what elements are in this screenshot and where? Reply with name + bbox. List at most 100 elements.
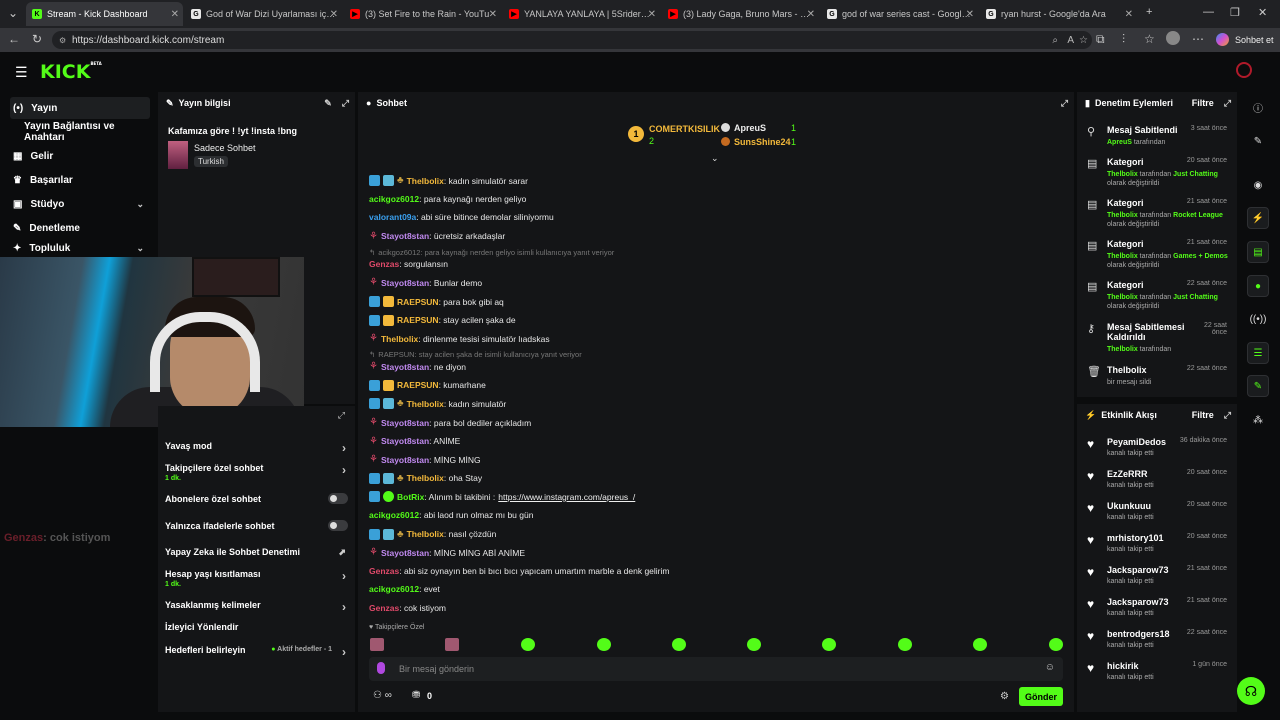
event-item[interactable]: ♥ EzZeRRR 20 saat önce kanalı takip etti <box>1087 469 1229 489</box>
chat-username[interactable]: valorant09a <box>369 212 416 222</box>
sidebar-item-stream[interactable]: (•) Yayın <box>10 97 150 119</box>
collections-icon[interactable]: ☆ <box>1144 32 1155 46</box>
chat-username[interactable]: RAEPSUN <box>397 380 439 390</box>
reload-icon[interactable]: ↻ <box>32 32 42 46</box>
wrench-icon[interactable]: ✎ <box>1247 375 1269 397</box>
chat-username[interactable]: acikgoz6012 <box>369 510 419 520</box>
chat-link[interactable]: https://www.instagram.com/apreus_/ <box>498 492 635 502</box>
chat-message[interactable]: RAEPSUN: stay acilen şaka de <box>369 314 1069 326</box>
event-item[interactable]: ♥ bentrodgers18 22 saat önce kanalı takip e… <box>1087 629 1229 649</box>
event-item[interactable]: ♥ Jacksparow73 21 saat önce kanalı takip et… <box>1087 565 1229 585</box>
leader-1-name[interactable]: COMERTKISILIK <box>649 124 720 134</box>
chat-settings-icon[interactable]: ⚙ <box>1000 691 1009 702</box>
chat-message[interactable]: ⚘ Stayot8stan: Bunlar demo <box>369 277 1069 288</box>
setting-item[interactable]: Yalnızca ifadelerle sohbet <box>165 520 350 531</box>
leaderboard-toggle-icon[interactable]: ⌄ <box>711 153 719 164</box>
chat-username[interactable]: Stayot8stan <box>381 455 429 465</box>
setting-item[interactable]: Yavaş mod › <box>165 441 350 455</box>
signal-icon[interactable]: ((•)) <box>1247 308 1269 330</box>
chat-username[interactable]: Stayot8stan <box>381 436 429 446</box>
emote-icon[interactable] <box>973 638 987 651</box>
setting-item[interactable]: İzleyici Yönlendir <box>165 622 350 632</box>
sidebar-item-community[interactable]: ✦ Topluluk ⌄ <box>10 241 150 255</box>
hamburger-icon[interactable]: ☰ <box>15 64 28 81</box>
tab-2[interactable]: ▶ (3) Set Fire to the Rain - YouTu ✕ <box>344 4 501 24</box>
popout-icon[interactable]: ⤢ <box>342 98 349 109</box>
chat-message[interactable]: valorant09a: abi süre bitince demolar si… <box>369 212 1069 222</box>
category-name[interactable]: Sadece Sohbet <box>194 143 256 153</box>
send-button[interactable]: Gönder <box>1019 687 1063 706</box>
chat-username[interactable]: acikgoz6012 <box>369 584 419 594</box>
popout-icon[interactable]: ⤢ <box>1061 98 1068 109</box>
setting-item[interactable]: Hedefleri belirleyin › ● Aktif hedefler - … <box>165 645 350 659</box>
chat-message[interactable]: Genzas: sorgulansın <box>369 259 1069 269</box>
mod-action-item[interactable]: ▤ Kategori 22 saat önce Thelbolix tarafında… <box>1087 280 1229 311</box>
emote-icon[interactable] <box>445 638 459 651</box>
chat-username[interactable]: Stayot8stan <box>381 278 429 288</box>
chat-message[interactable]: ⚘ Stayot8stan: MİNG MİNG ABİ ANİME <box>369 547 1069 558</box>
setting-item[interactable]: Hesap yaşı kısıtlaması 1 dk. › <box>165 569 350 588</box>
chat-username[interactable]: BotRix <box>397 492 424 502</box>
chat-message[interactable]: Genzas: abi siz oynayın ben bi bıcı bıcı… <box>369 566 1069 576</box>
event-item[interactable]: ♥ hickirik 1 gün önce kanalı takip etti <box>1087 661 1229 681</box>
chat-message[interactable]: ⚘ Stayot8stan: MİNG MİNG <box>369 454 1069 465</box>
site-info-icon[interactable]: ⚙ <box>59 36 66 45</box>
toggle-switch[interactable] <box>328 520 348 531</box>
split-screen-icon[interactable]: ⫶ <box>1122 32 1125 47</box>
popout-icon[interactable]: ⤢ <box>1224 98 1231 109</box>
more-menu-icon[interactable]: ⋯ <box>1192 32 1204 46</box>
close-tab-icon[interactable]: ✕ <box>807 9 815 20</box>
event-item[interactable]: ♥ PeyamiDedos 36 dakika önce kanalı takip e… <box>1087 437 1229 457</box>
zoom-icon[interactable]: ⌕ <box>1052 35 1058 46</box>
url-field[interactable]: ⚙ https://dashboard.kick.com/stream ⌕ A … <box>52 31 1092 49</box>
support-icon[interactable]: ☊ <box>1237 677 1265 705</box>
chat-message[interactable]: acikgoz6012: para kaynağı nerden geliyo <box>369 194 1069 204</box>
setting-item[interactable]: Takipçilere özel sohbet 1 dk. › <box>165 463 350 482</box>
close-tab-icon[interactable]: ✕ <box>330 9 338 20</box>
chat-message[interactable]: ⚘ Stayot8stan: ücretsiz arkadaşlar <box>369 231 1069 242</box>
sidebar-item-moderation[interactable]: ✎ Denetleme <box>10 217 150 239</box>
setting-item[interactable]: Yasaklanmış kelimeler › <box>165 600 350 614</box>
edit-icon[interactable]: ✎ <box>324 98 332 109</box>
chat-message[interactable]: ⚘ Stayot8stan: ne diyon <box>369 361 1069 372</box>
kick-logo[interactable]: KICKBETA <box>40 61 102 83</box>
emoji-icon[interactable]: ☺ <box>1045 662 1055 673</box>
mod-action-item[interactable]: ▤ Kategori 21 saat önce Thelbolix tarafında… <box>1087 198 1229 229</box>
chat-username[interactable]: Genzas <box>369 566 399 576</box>
popout-icon[interactable]: ⤢ <box>1224 410 1231 421</box>
chat-username[interactable]: Stayot8stan <box>381 362 429 372</box>
chat-username[interactable]: Stayot8stan <box>381 548 429 558</box>
camera-icon[interactable]: ◉ <box>1247 174 1269 196</box>
tab-list-icon[interactable]: ⌄ <box>8 6 18 20</box>
chat-username[interactable]: Thelbolix <box>407 473 444 483</box>
chat-username[interactable]: Genzas <box>369 259 399 269</box>
sidebar-item-achievements[interactable]: ♛ Başarılar <box>10 169 150 191</box>
chat-message[interactable]: ⚘ Thelbolix: dinlenme tesisi simulatör lı… <box>369 333 1069 344</box>
emote-icon[interactable] <box>521 638 535 651</box>
copilot-label[interactable]: Sohbet et <box>1235 35 1274 45</box>
emote-icon[interactable] <box>597 638 611 651</box>
filter-button[interactable]: Filtre <box>1192 410 1214 421</box>
setting-item[interactable]: Abonelere özel sohbet <box>165 493 350 504</box>
close-window-button[interactable]: ✕ <box>1258 6 1267 19</box>
minimize-button[interactable]: — <box>1203 6 1214 18</box>
chat-username[interactable]: Stayot8stan <box>381 231 429 241</box>
leader-3-name[interactable]: SunsShine24 <box>734 137 791 147</box>
extensions-icon[interactable]: ⧉ <box>1096 32 1105 47</box>
close-tab-icon[interactable]: ✕ <box>648 9 656 20</box>
info-icon[interactable]: ⓘ <box>1247 96 1269 118</box>
chat-username[interactable]: Thelbolix <box>407 176 444 186</box>
event-item[interactable]: ♥ mrhistory101 20 saat önce kanalı takip et… <box>1087 533 1229 553</box>
leader-2-name[interactable]: ApreuS <box>734 123 766 133</box>
new-tab-button[interactable]: + <box>1146 6 1152 18</box>
chat-username[interactable]: Thelbolix <box>381 334 418 344</box>
close-tab-icon[interactable]: ✕ <box>171 9 179 20</box>
emote-icon[interactable] <box>898 638 912 651</box>
mod-action-item[interactable]: ▤ Kategori 21 saat önce Thelbolix tarafında… <box>1087 239 1229 270</box>
mod-action-item[interactable]: ▤ Kategori 20 saat önce Thelbolix tarafında… <box>1087 157 1229 188</box>
mod-action-item[interactable]: 🗑 Thelbolix 22 saat önce bir mesajı sildi <box>1087 365 1229 387</box>
apps-icon[interactable]: ⁂ <box>1247 409 1269 431</box>
list-icon[interactable]: ☰ <box>1247 342 1269 364</box>
tab-5[interactable]: Ggod of war series cast - Google'da ✕ <box>821 4 978 24</box>
close-tab-icon[interactable]: ✕ <box>1125 9 1133 20</box>
